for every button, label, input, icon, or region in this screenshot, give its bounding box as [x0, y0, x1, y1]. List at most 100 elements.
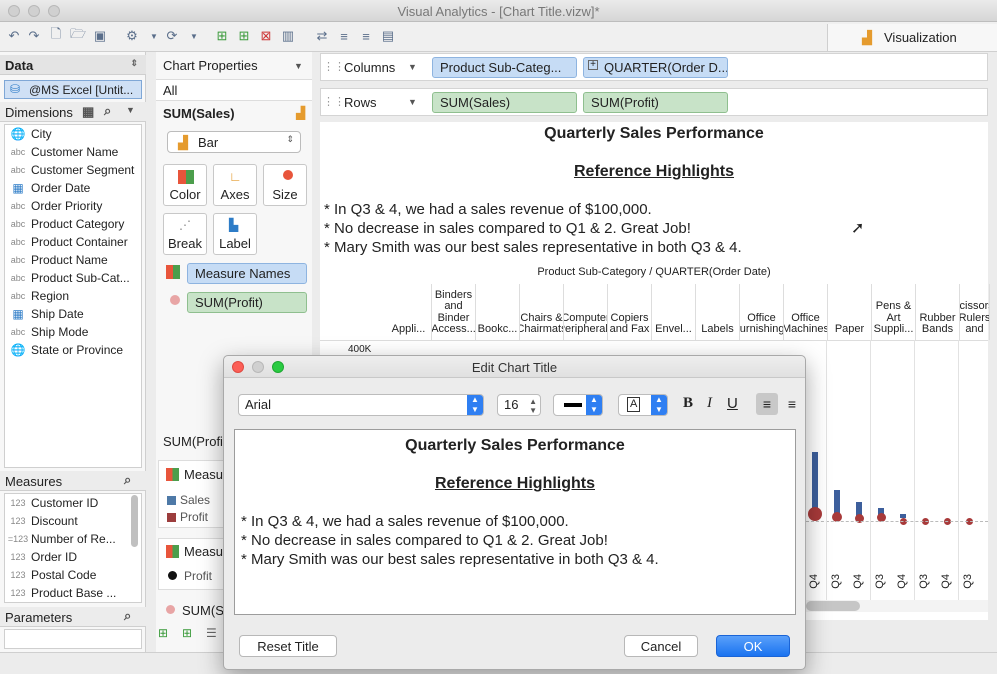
new-file-icon[interactable]: 🗋	[48, 26, 64, 44]
ok-button[interactable]: OK	[716, 635, 790, 657]
chart-column-header[interactable]: Office Furnishings	[740, 284, 784, 340]
datasource-item[interactable]: ⛁ @MS Excel [Untit...	[4, 80, 142, 99]
field-item[interactable]: 123 Discount	[5, 512, 141, 530]
measure-names-pill[interactable]: Measure Names	[187, 263, 307, 284]
profit-point[interactable]	[808, 507, 822, 521]
add-measure-icon[interactable]: ⊞	[182, 626, 192, 640]
chart-column-header[interactable]: Paper	[828, 284, 872, 340]
chart-column-header[interactable]: Labels	[696, 284, 740, 340]
field-item[interactable]: abc Ship Mode	[5, 323, 141, 341]
dialog-zoom-button[interactable]	[272, 361, 284, 373]
break-button[interactable]: ⋰ Break	[163, 213, 207, 255]
align-justify-icon[interactable]: ≡	[781, 393, 803, 415]
chart-column-header[interactable]: Copiers and Fax	[608, 284, 652, 340]
stepper-icon[interactable]: ▲ ▼	[529, 397, 537, 415]
label-button[interactable]: ▙ Label	[213, 213, 257, 255]
reset-title-button[interactable]: Reset Title	[239, 635, 337, 657]
sort-descending-icon[interactable]: ≡	[358, 28, 374, 44]
axes-button[interactable]: ∟ Axes	[213, 164, 257, 206]
field-item[interactable]: 🌐 State or Province	[5, 341, 141, 359]
chevron-down-icon[interactable]: ▼	[294, 61, 303, 71]
chart-column-header[interactable]: Pens & Art Suppli...	[872, 284, 916, 340]
field-item[interactable]: abc Product Sub-Cat...	[5, 269, 141, 287]
profit-size-pill[interactable]: SUM(Profit)	[187, 292, 307, 313]
field-item[interactable]: =123 Number of Re...	[5, 530, 141, 548]
size-button[interactable]: Size	[263, 164, 307, 206]
all-marks-tab[interactable]: All	[156, 79, 312, 101]
sort-ascending-icon[interactable]: ≡	[336, 28, 352, 44]
save-icon[interactable]: ▣	[92, 28, 108, 44]
highlight-icon[interactable]: ▤	[380, 28, 396, 44]
field-item[interactable]: ▦ Order Date	[5, 179, 141, 197]
italic-button[interactable]: I	[707, 395, 712, 412]
field-item[interactable]: 🌐 City	[5, 125, 141, 143]
sum-profit-tab[interactable]: SUM(Profi	[160, 432, 225, 452]
search-icon[interactable]: ⌕	[124, 608, 131, 624]
bold-button[interactable]: B	[683, 395, 693, 412]
sales-marks-tab[interactable]: SUM(Sales)	[163, 106, 235, 121]
underline-button[interactable]: U	[727, 395, 738, 412]
chart-bars-icon[interactable]: ▥	[280, 28, 296, 44]
columns-pill-quarter[interactable]: + QUARTER(Order D...	[583, 57, 728, 78]
align-left-icon[interactable]: ≡	[756, 393, 778, 415]
font-family-select[interactable]: Arial ▲ ▼	[238, 394, 484, 416]
chart-column-header[interactable]: Office Machines	[784, 284, 828, 340]
field-item[interactable]: abc Product Container	[5, 233, 141, 251]
columns-pill-subcategory[interactable]: Product Sub-Categ...	[432, 57, 577, 78]
field-item[interactable]: abc Customer Segment	[5, 161, 141, 179]
add-sheet-icon[interactable]: ⊞	[214, 28, 230, 44]
field-item[interactable]: abc Region	[5, 287, 141, 305]
cancel-button[interactable]: Cancel	[624, 635, 698, 657]
search-icon[interactable]: ⌕	[124, 472, 131, 488]
chart-column-header[interactable]: Computer Peripherals	[564, 284, 608, 340]
chart-title-editor[interactable]: Quarterly Sales Performance Reference Hi…	[234, 429, 796, 615]
field-item[interactable]: 123 Postal Code	[5, 566, 141, 584]
updown-icon[interactable]: ⇕	[130, 58, 138, 69]
grid-icon[interactable]: ▦	[82, 104, 94, 120]
field-item[interactable]: 123 Product Base ...	[5, 584, 141, 602]
chevron-down-icon[interactable]: ▼	[146, 28, 162, 44]
redo-icon[interactable]: ↷	[26, 28, 42, 44]
field-item[interactable]: abc Product Category	[5, 215, 141, 233]
list-icon[interactable]: ☰	[206, 626, 217, 640]
color-button[interactable]: Color	[163, 164, 207, 206]
search-icon[interactable]: ⌕	[104, 103, 111, 119]
chart-column-header[interactable]: Appli...	[386, 284, 432, 340]
chart-column-header[interactable]: Envel...	[652, 284, 696, 340]
field-item[interactable]: 123 Order ID	[5, 548, 141, 566]
chart-column-header[interactable]: Binders and Binder Access...	[432, 284, 476, 340]
chart-title-line2[interactable]: Reference Highlights	[320, 163, 988, 181]
chart-column-header[interactable]: Bookc...	[476, 284, 520, 340]
dropdown-icon[interactable]: ▼	[126, 105, 135, 115]
undo-icon[interactable]: ↶	[6, 28, 22, 44]
clear-sheet-icon[interactable]: ⊠	[258, 28, 274, 44]
data-wand-icon[interactable]: ⚙	[124, 28, 140, 44]
chevron-down-icon[interactable]: ▼	[408, 97, 417, 107]
refresh-icon[interactable]: ⟳	[164, 28, 180, 44]
chart-horizontal-scrollbar[interactable]	[806, 601, 860, 611]
rows-pill-profit[interactable]: SUM(Profit)	[583, 92, 728, 113]
mark-type-select[interactable]: ▟ Bar ⇕	[167, 131, 301, 153]
chevron-down-icon[interactable]: ▼	[408, 62, 417, 72]
field-item[interactable]: abc Order Priority	[5, 197, 141, 215]
chevron-down-icon[interactable]: ▼	[186, 28, 202, 44]
tab-visualization[interactable]: ▟ Visualization	[827, 24, 997, 51]
chart-title-line1[interactable]: Quarterly Sales Performance	[320, 125, 988, 143]
measures-scrollbar[interactable]	[131, 495, 138, 547]
text-highlight-select[interactable]: A ▲ ▼	[618, 394, 668, 416]
add-layer-icon[interactable]: ⊞	[158, 626, 168, 640]
text-color-select[interactable]: ▲ ▼	[553, 394, 603, 416]
duplicate-sheet-icon[interactable]: ⊞	[236, 28, 252, 44]
swap-icon[interactable]: ⇄	[314, 28, 330, 44]
open-folder-icon[interactable]: 🗁	[70, 26, 86, 44]
font-size-stepper[interactable]: 16 ▲ ▼	[497, 394, 541, 416]
chart-column-header[interactable]: Scissors, Rulers and	[960, 284, 990, 340]
rows-pill-sales[interactable]: SUM(Sales)	[432, 92, 577, 113]
dialog-close-button[interactable]	[232, 361, 244, 373]
field-item[interactable]: abc Product Name	[5, 251, 141, 269]
field-item[interactable]: 123 Customer ID	[5, 494, 141, 512]
field-item[interactable]: abc Customer Name	[5, 143, 141, 161]
chart-column-header[interactable]: Rubber Bands	[916, 284, 960, 340]
chart-column-header[interactable]: Chairs & Chairmats	[520, 284, 564, 340]
field-item[interactable]: ▦ Ship Date	[5, 305, 141, 323]
